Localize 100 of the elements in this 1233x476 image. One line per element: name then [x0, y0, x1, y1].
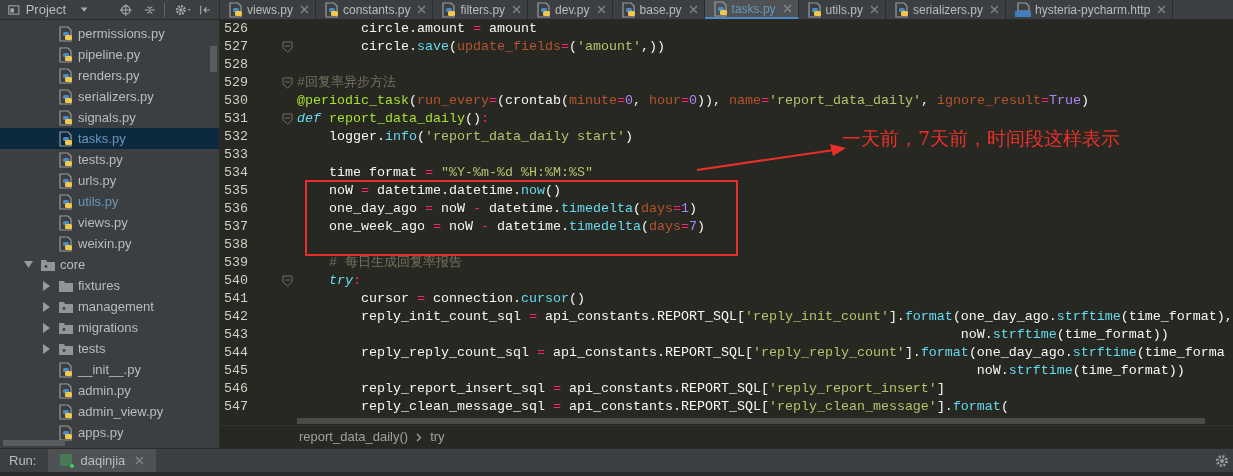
code-line: # 每日生成回复率报告: [328, 254, 462, 272]
file-item[interactable]: __init__.py: [0, 359, 219, 380]
panel-title[interactable]: Project: [25, 0, 67, 20]
python-file-icon: [58, 88, 74, 105]
line-number: 543: [223, 326, 249, 344]
file-item[interactable]: pipeline.py: [0, 44, 219, 65]
settings-icon[interactable]: [1215, 453, 1229, 468]
line-number: 533: [223, 146, 249, 164]
line-number: 539: [223, 254, 249, 272]
editor-tab[interactable]: utils.py: [798, 0, 886, 19]
code-line: one_day_ago = noW - datetime.timedelta(days=1): [328, 200, 697, 218]
folder-item[interactable]: management: [0, 296, 219, 317]
breadcrumb[interactable]: try: [430, 427, 445, 447]
code-line: @periodic_task(run_every=(crontab(minute=0, hour=0)), name='report_data_daily', ignore_result=True): [297, 92, 1089, 110]
code-line: one_week_ago = noW - datetime.timedelta(days=7): [328, 218, 705, 236]
file-item[interactable]: tasks.py: [0, 128, 219, 149]
close-icon[interactable]: [512, 5, 522, 14]
file-item[interactable]: serializers.py: [0, 86, 219, 107]
editor-tab[interactable]: constants.py: [316, 0, 434, 19]
run-label: Run:: [8, 451, 38, 470]
python-file-icon: [620, 1, 637, 18]
folder-item[interactable]: fixtures: [0, 275, 219, 296]
fold-icon[interactable]: [282, 113, 293, 125]
python-file-icon: [58, 214, 74, 231]
python-file-icon: [58, 109, 74, 126]
python-file-icon: [58, 151, 74, 168]
python-file-icon: [58, 424, 74, 441]
code-line: noW.strftime(time_format)): [959, 326, 1169, 344]
close-icon[interactable]: [782, 4, 792, 13]
file-item[interactable]: permissions.py: [0, 23, 219, 44]
file-item[interactable]: views.py: [0, 212, 219, 233]
file-item[interactable]: renders.py: [0, 65, 219, 86]
chevron-icon: [416, 432, 423, 442]
editor-tab[interactable]: hysteria-pycharm.http: [1006, 0, 1174, 19]
folder-item[interactable]: tests: [0, 338, 219, 359]
code-line: time format = "%Y-%m-%d %H:%M:%S": [328, 164, 593, 182]
python-file-icon: [58, 25, 74, 42]
line-number: 527: [223, 38, 249, 56]
horizontal-scrollbar[interactable]: [297, 418, 1205, 424]
close-icon[interactable]: [688, 5, 698, 14]
line-number: 532: [223, 128, 249, 146]
horizontal-scrollbar[interactable]: [3, 440, 65, 446]
close-icon[interactable]: [596, 5, 606, 14]
expanded-arrow-icon[interactable]: [22, 259, 36, 270]
package-folder-icon: [40, 257, 56, 272]
line-number: 540: [223, 272, 249, 290]
folder-item[interactable]: core: [0, 254, 219, 275]
code-line: circle.amount = amount: [360, 20, 537, 38]
python-file-icon: [58, 235, 74, 252]
file-item[interactable]: utils.py: [0, 191, 219, 212]
code-line: reply_reply_count_sql = api_constants.REPORT_SQL['reply_reply_count'].format(one_day_ago.strftime(time_forma: [360, 344, 1225, 362]
code-line: try:: [328, 272, 361, 290]
fold-icon[interactable]: [282, 275, 293, 287]
file-item[interactable]: admin_view.py: [0, 401, 219, 422]
package-folder-icon: [58, 320, 74, 335]
line-number: 538: [223, 236, 249, 254]
fold-icon[interactable]: [282, 41, 293, 53]
file-item[interactable]: tests.py: [0, 149, 219, 170]
editor-tab[interactable]: base.py: [612, 0, 705, 19]
line-number: 535: [223, 182, 249, 200]
run-tab[interactable]: daqinjia: [48, 449, 157, 472]
locate-icon[interactable]: [120, 2, 133, 17]
fold-icon[interactable]: [282, 77, 293, 89]
python-file-icon: [58, 193, 74, 210]
breadcrumb[interactable]: report_data_daily(): [299, 427, 409, 447]
folder-item[interactable]: migrations: [0, 317, 219, 338]
editor-tab[interactable]: views.py: [220, 0, 316, 19]
python-file-icon: [58, 403, 74, 420]
code-line: #回复率异步方法: [297, 74, 396, 92]
close-icon[interactable]: [300, 5, 309, 14]
line-number: 537: [223, 218, 249, 236]
close-icon[interactable]: [869, 5, 879, 14]
close-icon[interactable]: [417, 5, 427, 14]
python-file-icon: [228, 1, 244, 18]
line-number: 542: [223, 308, 249, 326]
close-icon[interactable]: [990, 5, 999, 14]
close-icon[interactable]: [1157, 5, 1167, 14]
package-folder-icon: [58, 341, 74, 356]
python-file-icon: [441, 1, 458, 18]
code-line: reply_report_insert_sql = api_constants.REPORT_SQL['reply_report_insert']: [360, 380, 945, 398]
file-item[interactable]: weixin.py: [0, 233, 219, 254]
file-item[interactable]: apps.py: [0, 422, 219, 443]
package-folder-icon: [58, 299, 74, 314]
line-number: 528: [223, 56, 249, 74]
vertical-scrollbar[interactable]: [210, 46, 217, 72]
file-item[interactable]: urls.py: [0, 170, 219, 191]
code-line: def report_data_daily():: [297, 110, 489, 128]
file-item[interactable]: signals.py: [0, 107, 219, 128]
editor-tab[interactable]: serializers.py: [885, 0, 1006, 19]
django-icon: [60, 453, 75, 468]
line-number: 536: [223, 200, 249, 218]
editor-tab[interactable]: dev.py: [528, 0, 613, 19]
settings-icon[interactable]: [174, 2, 192, 17]
python-file-icon: [58, 46, 74, 63]
dropdown-caret-icon[interactable]: [80, 5, 89, 14]
file-item[interactable]: admin.py: [0, 380, 219, 401]
line-number: 541: [223, 290, 249, 308]
python-file-icon: [58, 382, 74, 399]
editor-tab[interactable]: filters.py: [433, 0, 529, 19]
close-icon[interactable]: [135, 456, 145, 465]
